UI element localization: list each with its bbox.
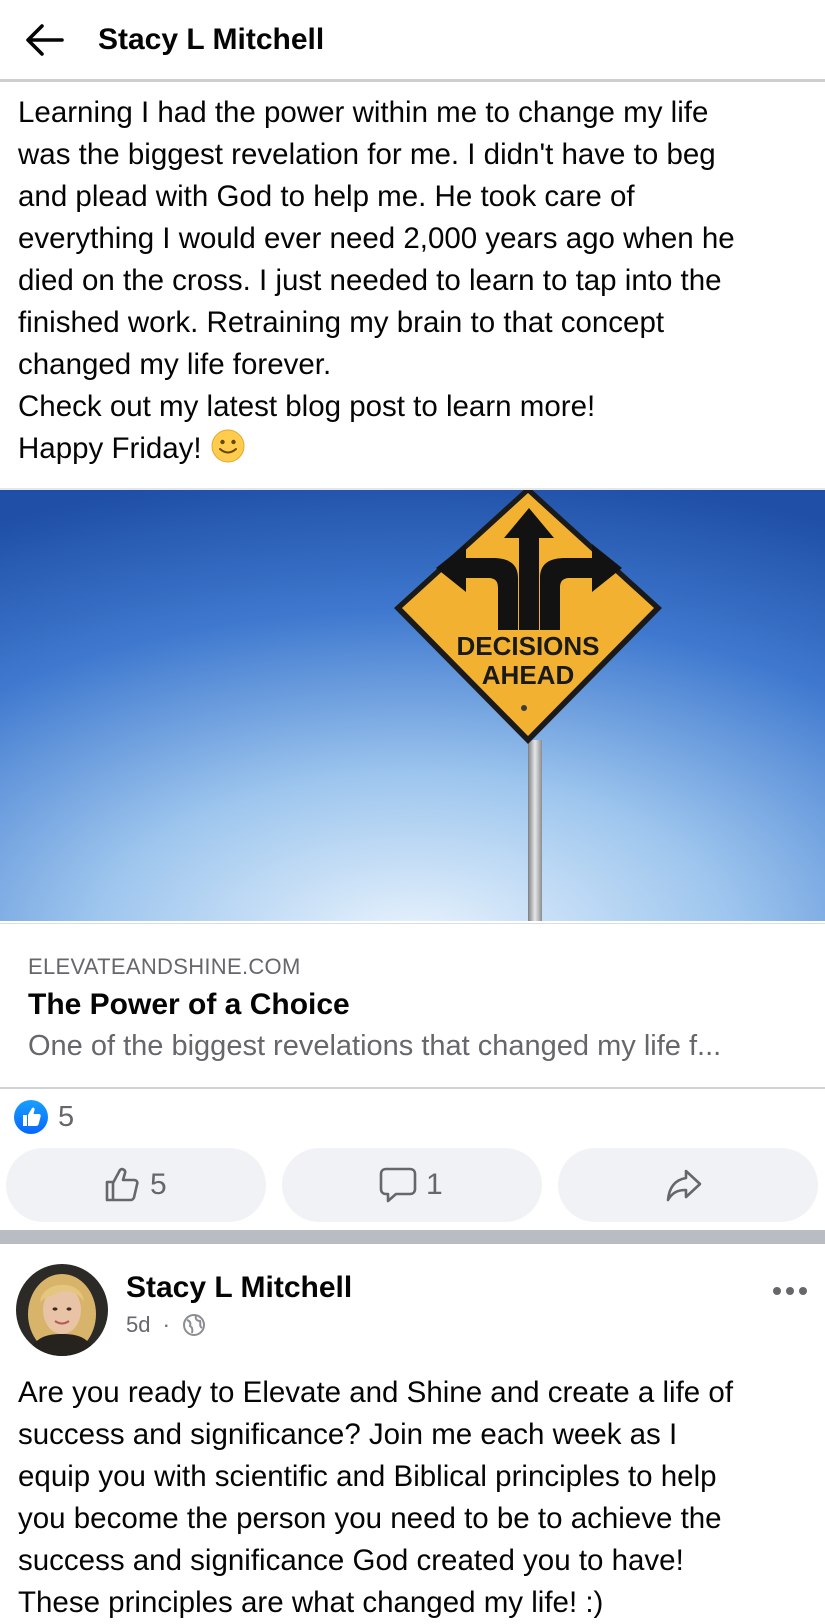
post-text-line: Check out my latest blog post to learn m… [18, 390, 596, 423]
link-preview-image[interactable]: DECISIONS AHEAD [0, 486, 825, 923]
reaction-count: 5 [58, 1101, 75, 1133]
more-options-button[interactable] [770, 1276, 810, 1306]
link-title: The Power of a Choice [28, 988, 350, 1021]
post-timestamp[interactable]: 5d [126, 1312, 150, 1337]
post-text-line: equip you with scientific and Biblical p… [18, 1460, 717, 1493]
feed-divider [0, 1230, 825, 1244]
sign-text-line1: DECISIONS [456, 631, 599, 661]
post-text-line: success and significance God created you… [18, 1544, 684, 1577]
link-domain: ELEVATEANDSHINE.COM [28, 954, 301, 979]
more-horizontal-icon [773, 1287, 807, 1295]
post-text-line: you become the person you need to be to … [18, 1502, 722, 1535]
post-author-name[interactable]: Stacy L Mitchell [126, 1268, 352, 1308]
thumbs-up-icon [105, 1167, 139, 1202]
comment-button[interactable]: 1 [282, 1148, 542, 1222]
globe-icon [183, 1314, 206, 1336]
top-app-bar: Stacy L Mitchell [0, 0, 825, 82]
comment-bubble-icon [379, 1167, 417, 1203]
meta-separator: · [162, 1312, 170, 1337]
share-button[interactable] [558, 1148, 818, 1222]
arrow-left-icon [26, 24, 64, 56]
post-text-line: finished work. Retraining my brain to th… [18, 306, 665, 339]
post-text-line: changed my life forever. [18, 348, 332, 381]
post-meta: 5d · [126, 1310, 206, 1340]
post-text-line: success and significance? Join me each w… [18, 1418, 678, 1451]
post-text-line: was the biggest revelation for me. I did… [18, 138, 716, 171]
post-text-line: died on the cross. I just needed to lear… [18, 264, 722, 297]
back-button[interactable] [22, 20, 66, 60]
post-text-line: Are you ready to Elevate and Shine and c… [18, 1376, 734, 1409]
link-description: One of the biggest revelations that chan… [28, 1030, 722, 1062]
post-text-line: Happy Friday! [18, 428, 808, 470]
post-text-line-content: Happy Friday! [18, 432, 202, 465]
post-text-line: Learning I had the power within me to ch… [18, 96, 709, 129]
comment-count: 1 [426, 1168, 443, 1201]
link-preview-card[interactable]: ELEVATEANDSHINE.COM The Power of a Choic… [0, 923, 825, 1089]
like-count: 5 [150, 1168, 167, 1201]
page-title: Stacy L Mitchell [98, 23, 325, 56]
sign-text-line2: AHEAD [482, 660, 574, 690]
decisions-ahead-sign-image: DECISIONS AHEAD [0, 486, 825, 921]
post-body-text: Are you ready to Elevate and Shine and c… [18, 1372, 818, 1624]
like-reaction-icon [14, 1100, 48, 1134]
profile-photo [16, 1264, 108, 1356]
post-text-line: and plead with God to help me. He took c… [18, 180, 635, 213]
share-arrow-icon [666, 1169, 702, 1202]
post-body-text: Learning I had the power within me to ch… [18, 92, 808, 470]
post-text-line: everything I would ever need 2,000 years… [18, 222, 735, 255]
avatar[interactable] [16, 1264, 108, 1356]
smiling-face-emoji-icon [211, 429, 245, 463]
like-button[interactable]: 5 [6, 1148, 266, 1222]
